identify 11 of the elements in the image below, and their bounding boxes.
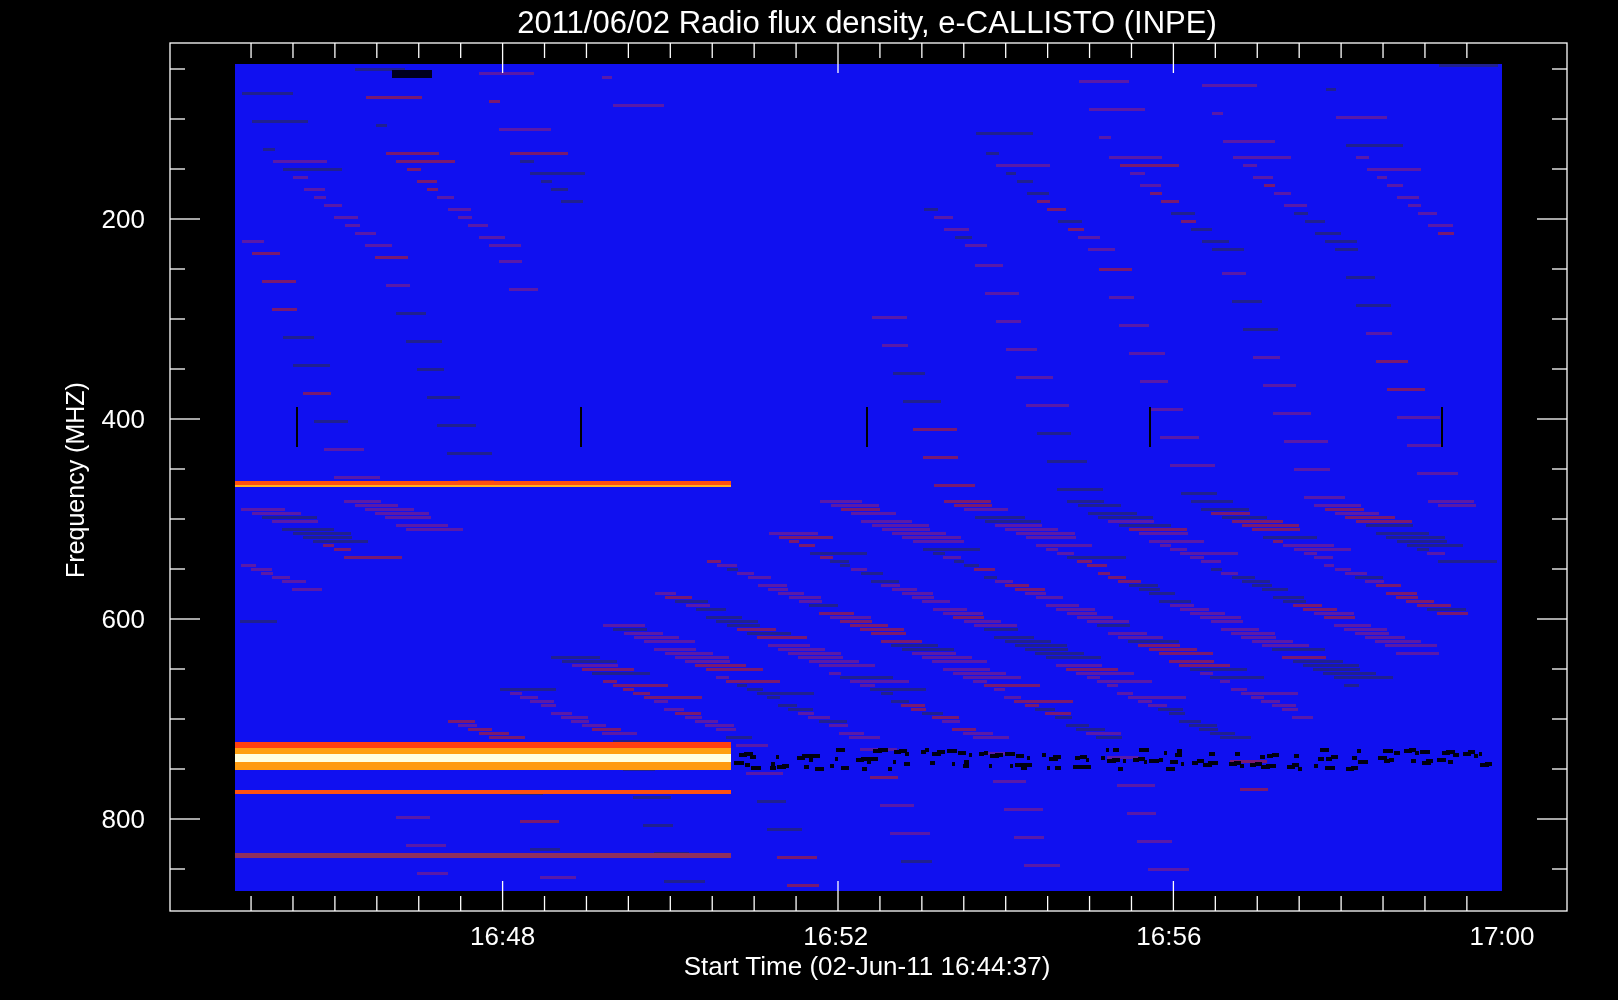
x-tick-label: 17:00 — [1469, 921, 1535, 951]
y-axis-label: Frequency (MHZ) — [61, 382, 89, 578]
x-tick-label: 16:48 — [470, 921, 536, 951]
y-tick-label: 200 — [101, 204, 145, 234]
y-tick-label: 400 — [101, 404, 145, 434]
x-tick-label: 16:52 — [803, 921, 869, 951]
y-tick-label: 800 — [101, 804, 145, 834]
x-axis-label: Start Time (02-Jun-11 16:44:37) — [683, 951, 1051, 981]
chart-title: 2011/06/02 Radio flux density, e-CALLISTO (INPE) — [517, 5, 1217, 40]
y-tick-label: 600 — [101, 604, 145, 634]
x-tick-label: 16:56 — [1136, 921, 1202, 951]
